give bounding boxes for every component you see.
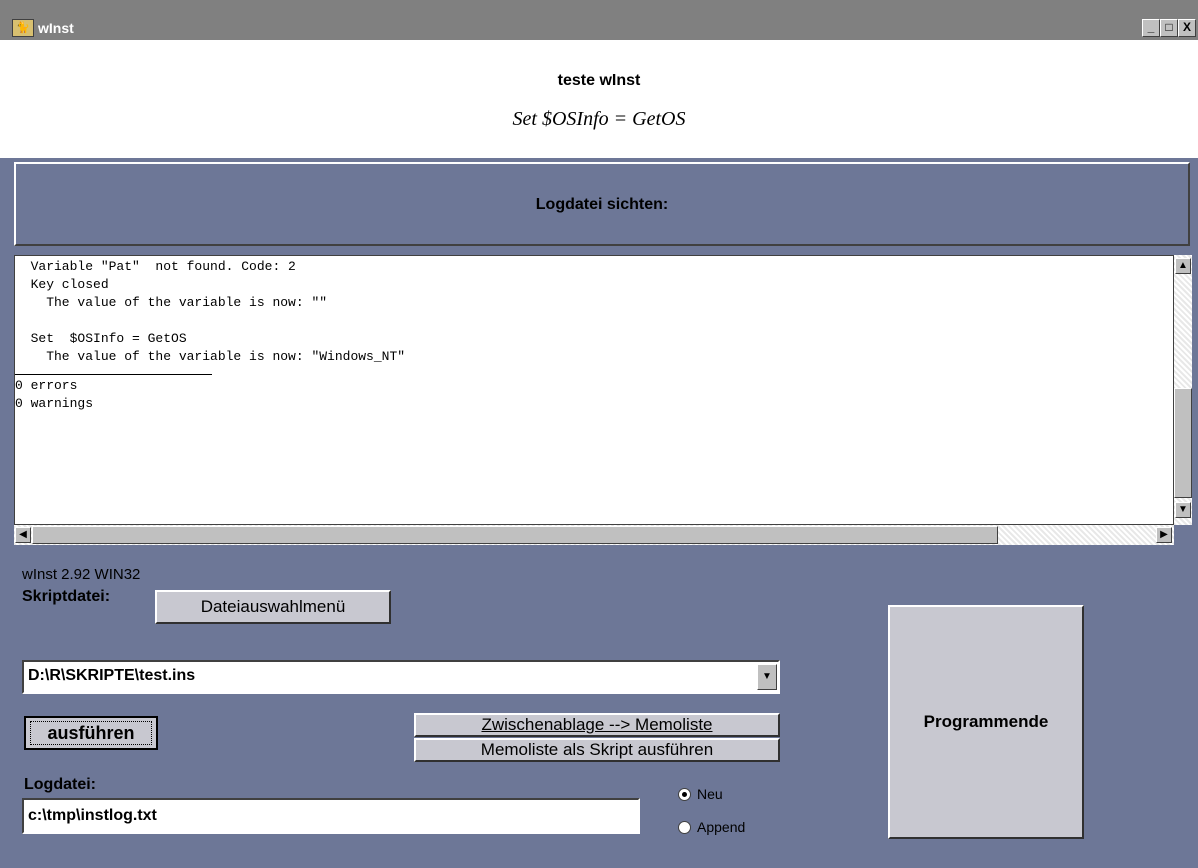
scroll-up-icon[interactable]: ▲ <box>1175 258 1191 274</box>
close-button[interactable]: X <box>1178 19 1196 37</box>
radio-new[interactable] <box>678 788 691 801</box>
version-label: wInst 2.92 WIN32 <box>22 566 141 583</box>
radio-selected-dot <box>682 792 687 797</box>
vertical-scroll-thumb[interactable] <box>1174 388 1192 498</box>
log-separator <box>15 374 212 375</box>
log-line: The value of the variable is now: "Windo… <box>15 349 406 364</box>
log-line: Key closed <box>15 277 109 292</box>
script-path-value: D:\R\SKRIPTE\test.ins <box>28 667 196 684</box>
scroll-right-icon[interactable]: ▶ <box>1156 527 1172 543</box>
horizontal-scroll-thumb[interactable] <box>32 526 998 544</box>
logfile-label: Logdatei: <box>24 776 96 793</box>
log-errors: 0 errors <box>15 378 78 393</box>
scroll-down-icon[interactable]: ▼ <box>1175 502 1191 518</box>
run-button[interactable]: ausführen <box>24 716 158 750</box>
scroll-left-icon[interactable]: ◀ <box>15 527 31 543</box>
memo-run-button[interactable]: Memoliste als Skript ausführen <box>414 738 780 762</box>
clipboard-button-label: Zwischenablage --> Memoliste <box>481 715 713 734</box>
log-line: Set $OSInfo = GetOS <box>15 331 187 346</box>
script-file-label: Skriptdatei: <box>22 588 111 605</box>
log-warnings: 0 warnings <box>15 396 94 411</box>
log-view[interactable]: Variable "Pat" not found. Code: 2 Key cl… <box>14 255 1174 525</box>
radio-new-label[interactable]: Neu <box>697 786 723 802</box>
focus-rect <box>30 721 152 745</box>
header-title: teste wInst <box>557 72 641 89</box>
header-panel <box>0 40 1198 158</box>
maximize-button[interactable]: □ <box>1160 19 1178 37</box>
chevron-down-icon[interactable]: ▼ <box>757 664 777 690</box>
radio-append[interactable] <box>678 821 691 834</box>
logfile-input[interactable] <box>22 798 640 834</box>
clipboard-to-memo-button[interactable]: Zwischenablage --> Memoliste <box>414 713 780 737</box>
radio-append-label[interactable]: Append <box>697 819 745 835</box>
quit-button[interactable]: Programmende <box>888 605 1084 839</box>
header-subtitle: Set $OSInfo = GetOS <box>512 108 686 130</box>
log-line: Variable "Pat" not found. Code: 2 <box>15 259 296 274</box>
app-icon: 🐈 <box>12 19 34 37</box>
banner-label: Logdatei sichten: <box>535 196 669 213</box>
window-title: wInst <box>38 20 74 36</box>
minimize-button[interactable]: _ <box>1142 19 1160 37</box>
title-bar <box>0 0 1198 40</box>
log-line: The value of the variable is now: "" <box>15 295 328 310</box>
file-menu-button[interactable]: Dateiauswahlmenü <box>155 590 391 624</box>
